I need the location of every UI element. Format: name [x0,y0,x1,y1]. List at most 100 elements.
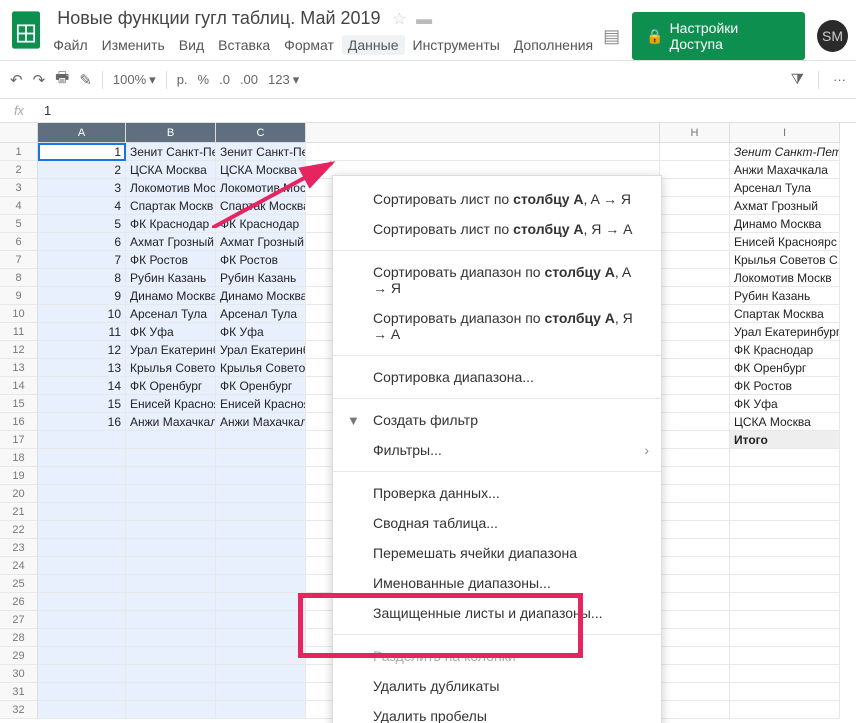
cell[interactable] [730,701,840,719]
fx-label[interactable]: fx [0,99,38,122]
cell[interactable] [38,431,126,449]
row-header[interactable]: 32 [0,701,38,719]
cell[interactable] [126,629,216,647]
row-header[interactable]: 6 [0,233,38,251]
increase-decimal[interactable]: .00 [240,72,258,87]
cell[interactable]: 3 [38,179,126,197]
cell[interactable]: ЦСКА Москва [126,161,216,179]
cell[interactable]: Енисей Красноя [126,395,216,413]
cell[interactable]: Крылья Советов С [730,251,840,269]
toolbar-more[interactable]: ··· [833,72,846,87]
cell[interactable] [660,305,730,323]
cell[interactable] [38,629,126,647]
cell[interactable] [660,539,730,557]
cell[interactable] [660,611,730,629]
cell[interactable]: 7 [38,251,126,269]
cell[interactable] [38,503,126,521]
row-header[interactable]: 16 [0,413,38,431]
cell[interactable]: 10 [38,305,126,323]
cell[interactable] [126,593,216,611]
row-header[interactable]: 8 [0,269,38,287]
row-header[interactable]: 24 [0,557,38,575]
cell[interactable]: Арсенал Тула [216,305,306,323]
cell[interactable] [126,503,216,521]
undo-icon[interactable]: ↶ [10,71,23,89]
cell[interactable]: Спартак Москва [730,305,840,323]
cell[interactable] [216,557,306,575]
row-header[interactable]: 1 [0,143,38,161]
cell[interactable] [730,629,840,647]
row-header[interactable]: 29 [0,647,38,665]
cell[interactable]: Динамо Москва [126,287,216,305]
col-header-A[interactable]: A [38,123,126,143]
cell[interactable] [660,683,730,701]
cell[interactable] [216,539,306,557]
cell[interactable]: Ахмат Грозный [730,197,840,215]
cell[interactable] [660,485,730,503]
dd-named-ranges[interactable]: Именованные диапазоны... [333,568,661,598]
cell[interactable]: 2 [38,161,126,179]
cell[interactable] [660,287,730,305]
row-header[interactable]: 20 [0,485,38,503]
cell[interactable]: Енисей Красноярск [216,395,306,413]
dd-filters[interactable]: Фильтры... [333,435,661,465]
cell[interactable]: ФК Краснодар [730,341,840,359]
cell[interactable] [38,701,126,719]
cell[interactable]: 5 [38,215,126,233]
cell[interactable] [730,647,840,665]
cell[interactable]: Енисей Красноярс [730,233,840,251]
dd-data-validation[interactable]: Проверка данных... [333,478,661,508]
percent-format[interactable]: % [198,72,210,87]
cell[interactable]: Ахмат Грозный [126,233,216,251]
cell[interactable]: 16 [38,413,126,431]
cell[interactable] [38,557,126,575]
cell[interactable] [126,449,216,467]
cell[interactable]: Локомотив Москв [730,269,840,287]
cell[interactable] [730,557,840,575]
cell[interactable] [126,521,216,539]
sheets-logo-icon[interactable] [8,6,43,54]
cell[interactable]: ЦСКА Москва [216,161,306,179]
formula-input[interactable]: 1 [38,99,57,122]
cell[interactable]: ФК Краснодар [126,215,216,233]
cell[interactable]: ФК Оренбург [126,377,216,395]
cell[interactable]: Крылья Советов [126,359,216,377]
cell[interactable]: ФК Уфа [126,323,216,341]
row-header[interactable]: 19 [0,467,38,485]
cell[interactable] [730,665,840,683]
row-header[interactable]: 12 [0,341,38,359]
star-icon[interactable]: ☆ [392,11,406,28]
cell[interactable]: Динамо Москва [730,215,840,233]
cell[interactable] [660,701,730,719]
cell[interactable] [660,161,730,179]
cell[interactable]: ЦСКА Москва [730,413,840,431]
cell[interactable]: 9 [38,287,126,305]
currency-format[interactable]: р. [177,72,188,87]
cell[interactable]: 14 [38,377,126,395]
cell[interactable] [38,665,126,683]
cell[interactable] [216,611,306,629]
cell[interactable]: 11 [38,323,126,341]
cell[interactable] [216,575,306,593]
zoom-select[interactable]: 100% ▾ [113,72,156,88]
dd-protected[interactable]: Защищенные листы и диапазоны... [333,598,661,628]
menu-insert[interactable]: Вставка [218,37,270,53]
cell[interactable] [216,593,306,611]
cell[interactable] [126,467,216,485]
cell[interactable]: Ахмат Грозный [216,233,306,251]
comment-icon[interactable]: ▤ [603,26,620,47]
cell[interactable]: Зенит Санкт-Петерб [216,143,306,161]
dd-sort-range-za[interactable]: Сортировать диапазон по столбцу A, Я → A [333,303,661,349]
cell[interactable] [660,629,730,647]
cell[interactable] [126,701,216,719]
row-header[interactable]: 17 [0,431,38,449]
cell[interactable] [216,683,306,701]
cell[interactable] [660,323,730,341]
dd-sort-sheet-za[interactable]: Сортировать лист по столбцу A, Я → A [333,214,661,244]
cell[interactable] [38,539,126,557]
cell[interactable]: ФК Ростов [126,251,216,269]
row-header[interactable]: 9 [0,287,38,305]
cell[interactable]: ФК Оренбург [216,377,306,395]
col-header-C[interactable]: C [216,123,306,143]
cell[interactable] [730,521,840,539]
